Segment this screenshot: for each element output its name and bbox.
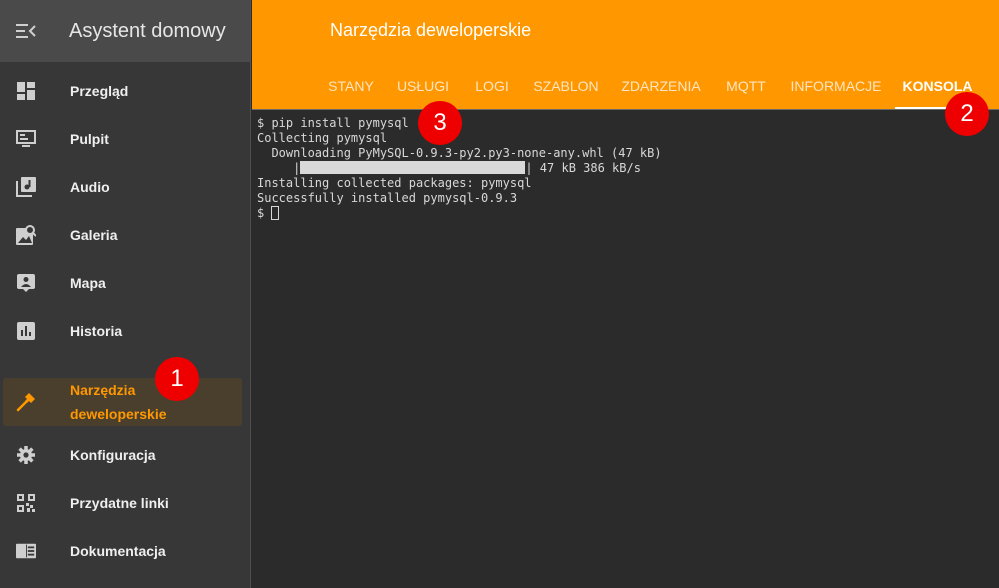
sidebar-item-label: Konfiguracja <box>70 447 156 463</box>
terminal-progress-line: | | 47 kB 386 kB/s <box>257 161 999 176</box>
sidebar-item-przydatne-linki[interactable]: Przydatne linki <box>0 479 251 527</box>
account-box-icon <box>16 273 36 293</box>
book-icon <box>16 541 36 561</box>
page-title: Narzędzia deweloperskie <box>330 20 532 40</box>
sidebar-item-label: Dokumentacja <box>70 543 166 559</box>
terminal-prompt: $ <box>257 206 272 220</box>
app-title: Asystent domowy <box>69 19 226 42</box>
sidebar-item-label: Historia <box>70 323 123 339</box>
sidebar-item-label-line2: deweloperskie <box>70 406 167 422</box>
tab-zdarzenia[interactable]: ZDARZENIA <box>616 62 706 109</box>
terminal-prompt-line[interactable]: $ <box>257 206 999 221</box>
sidebar-header: Asystent domowy <box>0 0 250 62</box>
hammer-icon <box>16 392 36 412</box>
download-progress-bar <box>300 161 526 174</box>
annotation-badge-2: 2 <box>945 92 989 136</box>
progress-suffix: | 47 kB 386 kB/s <box>525 161 641 175</box>
sidebar: Asystent domowy Przegląd Pulpit Audio Ga… <box>0 0 251 588</box>
sidebar-item-galeria[interactable]: Galeria <box>0 211 251 259</box>
chart-box-icon <box>16 321 36 341</box>
sidebar-item-label-line1: Narzędzia <box>70 382 136 398</box>
sidebar-item-label: Pulpit <box>70 131 109 147</box>
terminal-cursor <box>271 206 280 220</box>
sidebar-item-pulpit[interactable]: Pulpit <box>0 115 251 163</box>
qrcode-icon <box>16 493 36 513</box>
annotation-badge-3: 3 <box>418 101 462 145</box>
terminal-line: Successfully installed pymysql-0.9.3 <box>257 191 518 205</box>
terminal-line: Downloading PyMySQL-0.9.3-py2.py3-none-a… <box>257 146 662 160</box>
sidebar-item-label: Galeria <box>70 227 118 243</box>
tab-bar: STANY USŁUGI LOGI SZABLON ZDARZENIA MQTT… <box>252 62 999 109</box>
sidebar-item-audio[interactable]: Audio <box>0 163 251 211</box>
sidebar-item-historia[interactable]: Historia <box>0 307 251 355</box>
image-search-icon <box>16 225 36 245</box>
sidebar-item-label: Narzędzia deweloperskie <box>70 378 167 426</box>
dashboard-icon <box>16 81 36 101</box>
progress-prefix: | <box>257 161 301 175</box>
tab-szablon[interactable]: SZABLON <box>528 62 604 109</box>
sidebar-item-label: Mapa <box>70 275 106 291</box>
sidebar-item-label: Audio <box>70 179 110 195</box>
terminal[interactable]: $ pip install pymysql Collecting pymysql… <box>252 109 999 588</box>
menu-collapse-icon <box>16 24 36 38</box>
sidebar-item-mapa[interactable]: Mapa <box>0 259 251 307</box>
menu-toggle-button[interactable] <box>0 24 52 38</box>
tab-logi[interactable]: LOGI <box>470 62 514 109</box>
tab-informacje[interactable]: INFORMACJE <box>786 62 886 109</box>
tab-mqtt[interactable]: MQTT <box>720 62 772 109</box>
top-header: Narzędzia deweloperskie STANY USŁUGI LOG… <box>252 0 999 109</box>
annotation-badge-1: 1 <box>155 357 199 401</box>
sidebar-item-przeglad[interactable]: Przegląd <box>0 67 251 115</box>
terminal-line: $ pip install pymysql <box>257 116 409 130</box>
gear-icon <box>16 445 36 465</box>
sidebar-item-label: Przydatne linki <box>70 495 169 511</box>
sidebar-item-dokumentacja[interactable]: Dokumentacja <box>0 527 251 575</box>
music-library-icon <box>16 177 36 197</box>
sidebar-item-narzedzia-deweloperskie[interactable]: Narzędzia deweloperskie <box>3 378 242 426</box>
monitor-icon <box>16 129 36 149</box>
terminal-line: Collecting pymysql <box>257 131 388 145</box>
tab-stany[interactable]: STANY <box>320 62 382 109</box>
sidebar-item-konfiguracja[interactable]: Konfiguracja <box>0 431 251 479</box>
terminal-line: Installing collected packages: pymysql <box>257 176 532 190</box>
sidebar-item-label: Przegląd <box>70 83 129 99</box>
